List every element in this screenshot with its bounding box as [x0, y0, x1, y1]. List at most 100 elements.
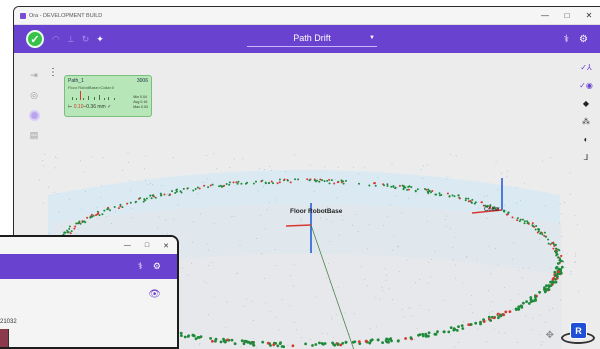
background-point	[450, 153, 452, 155]
background-point	[428, 309, 430, 311]
cloud-point	[499, 314, 503, 317]
cloud-point	[517, 307, 521, 311]
cloud-point	[308, 179, 311, 182]
cloud-point	[552, 243, 555, 246]
maximize-button[interactable]: □	[556, 7, 578, 24]
cloud-point	[438, 192, 441, 195]
background-point	[521, 277, 523, 279]
background-point	[486, 341, 488, 343]
secondary-title-bar: — □ ✕	[0, 237, 177, 254]
background-point	[260, 215, 262, 217]
background-point	[110, 223, 112, 224]
background-point	[233, 158, 235, 160]
cloud-point	[319, 178, 322, 181]
background-point	[470, 295, 472, 297]
cloud-point	[171, 190, 173, 193]
target-icon[interactable]: ◎	[28, 89, 40, 101]
background-point	[391, 162, 393, 164]
robot-badge[interactable]: R	[571, 323, 586, 338]
background-point	[560, 236, 562, 237]
background-point	[240, 346, 242, 348]
cloud-point	[266, 341, 270, 345]
background-point	[381, 290, 383, 292]
cloud-point	[353, 340, 357, 344]
maximize-button-2[interactable]: □	[145, 242, 149, 249]
stethoscope-icon[interactable]: ⚕	[564, 34, 569, 45]
background-point	[168, 192, 170, 194]
background-point	[57, 157, 58, 159]
cloud-point	[397, 339, 400, 343]
background-point	[497, 264, 499, 266]
path-card[interactable]: Path_1 3006 Floor RobotBase>Collar:0 ⊢ 0…	[64, 75, 152, 117]
cloud-point	[538, 290, 541, 294]
check-circle-icon[interactable]: ✓	[26, 30, 44, 48]
background-point	[287, 344, 289, 346]
background-point	[488, 312, 490, 314]
background-point	[493, 328, 495, 330]
cloud-point	[232, 181, 235, 184]
background-point	[419, 304, 421, 306]
move-icon[interactable]: ✥	[546, 330, 554, 341]
background-point	[449, 228, 451, 230]
cloud-point	[518, 220, 521, 223]
stat-max: Max 0.53	[133, 105, 148, 109]
cloud-point	[314, 343, 318, 346]
background-point	[251, 300, 252, 302]
cloud-point	[242, 342, 246, 346]
document-icon[interactable]: ▤	[28, 129, 40, 141]
pin-icon[interactable]: ⊥	[67, 34, 75, 45]
close-button[interactable]: ✕	[578, 7, 600, 24]
cloud-point	[402, 188, 405, 191]
import-icon[interactable]: ⇥	[28, 69, 40, 81]
magic-icon[interactable]: ✦	[96, 34, 104, 45]
cloud-point	[436, 330, 439, 334]
axis-toggle-icon[interactable]: ✓⅄	[579, 63, 593, 75]
background-point	[559, 203, 561, 205]
background-point	[455, 264, 456, 266]
background-point	[77, 228, 79, 230]
minimize-button[interactable]: —	[534, 7, 556, 24]
more-menu-icon[interactable]: ⋮	[48, 67, 58, 78]
background-point	[523, 182, 525, 184]
cloud-point	[75, 222, 78, 225]
background-point	[268, 202, 270, 204]
axes-icon[interactable]: ⅃	[579, 153, 593, 165]
minimize-button-2[interactable]: —	[124, 242, 131, 249]
cloud-point	[525, 300, 528, 303]
cloud-point	[90, 215, 93, 218]
points-icon[interactable]: ⁂	[579, 117, 593, 129]
floor-label: Floor RobotBase	[290, 208, 343, 215]
close-button-2[interactable]: ✕	[163, 242, 169, 250]
cloud-point	[554, 274, 558, 277]
background-point	[541, 160, 543, 162]
gear-icon[interactable]: ⚙	[579, 34, 588, 45]
background-point	[257, 190, 259, 192]
cloud-point	[321, 179, 323, 182]
stethoscope-icon-2[interactable]: ⚕	[138, 261, 143, 272]
cloud-point	[473, 202, 476, 205]
record-button[interactable]	[28, 109, 40, 121]
cloud-point	[543, 234, 546, 237]
eye-icon[interactable]: 👁	[148, 289, 161, 300]
sync-icon[interactable]: ↻	[82, 34, 90, 45]
background-point	[199, 343, 201, 344]
gear-icon-2[interactable]: ⚙	[153, 261, 161, 272]
cloud-point	[203, 184, 206, 187]
cloud-point	[247, 340, 251, 344]
background-point	[265, 302, 267, 304]
background-point	[528, 267, 530, 269]
cloud-point	[557, 270, 560, 274]
collar-toggle-icon[interactable]: ✓◉	[579, 81, 593, 93]
view-selector[interactable]: Path Drift ▼	[247, 29, 377, 47]
contrast-icon[interactable]: ◐	[579, 135, 593, 147]
cloud-point	[540, 231, 542, 234]
background-point	[415, 282, 417, 284]
background-point	[423, 165, 424, 167]
background-point	[539, 314, 541, 316]
wifi-icon[interactable]: ◠	[52, 34, 60, 45]
background-point	[172, 157, 174, 159]
cloud-point	[541, 233, 544, 236]
cloud-point	[404, 337, 407, 340]
background-point	[85, 191, 86, 192]
cube-icon[interactable]: ◆	[579, 99, 593, 111]
